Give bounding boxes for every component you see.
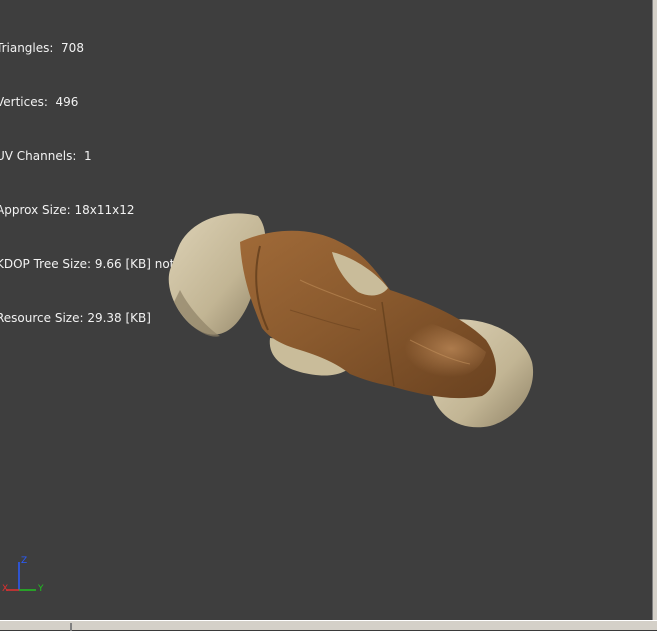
axis-gizmo (6, 562, 36, 591)
viewport-status-strip (0, 620, 657, 631)
axis-x-label: X (2, 584, 9, 594)
axis-y-label: Y (38, 584, 44, 594)
3d-viewport[interactable]: Triangles: 708 Vertices: 496 UV Channels… (0, 0, 652, 620)
axis-z-label: Z (21, 556, 28, 566)
stat-triangles: Triangles: 708 (0, 41, 84, 55)
viewport-frame-right (652, 0, 657, 630)
glove-mesh-preview[interactable] (150, 190, 550, 450)
stat-vertices: Vertices: 496 (0, 95, 79, 109)
stat-uv-channels: UV Channels: 1 (0, 149, 92, 163)
